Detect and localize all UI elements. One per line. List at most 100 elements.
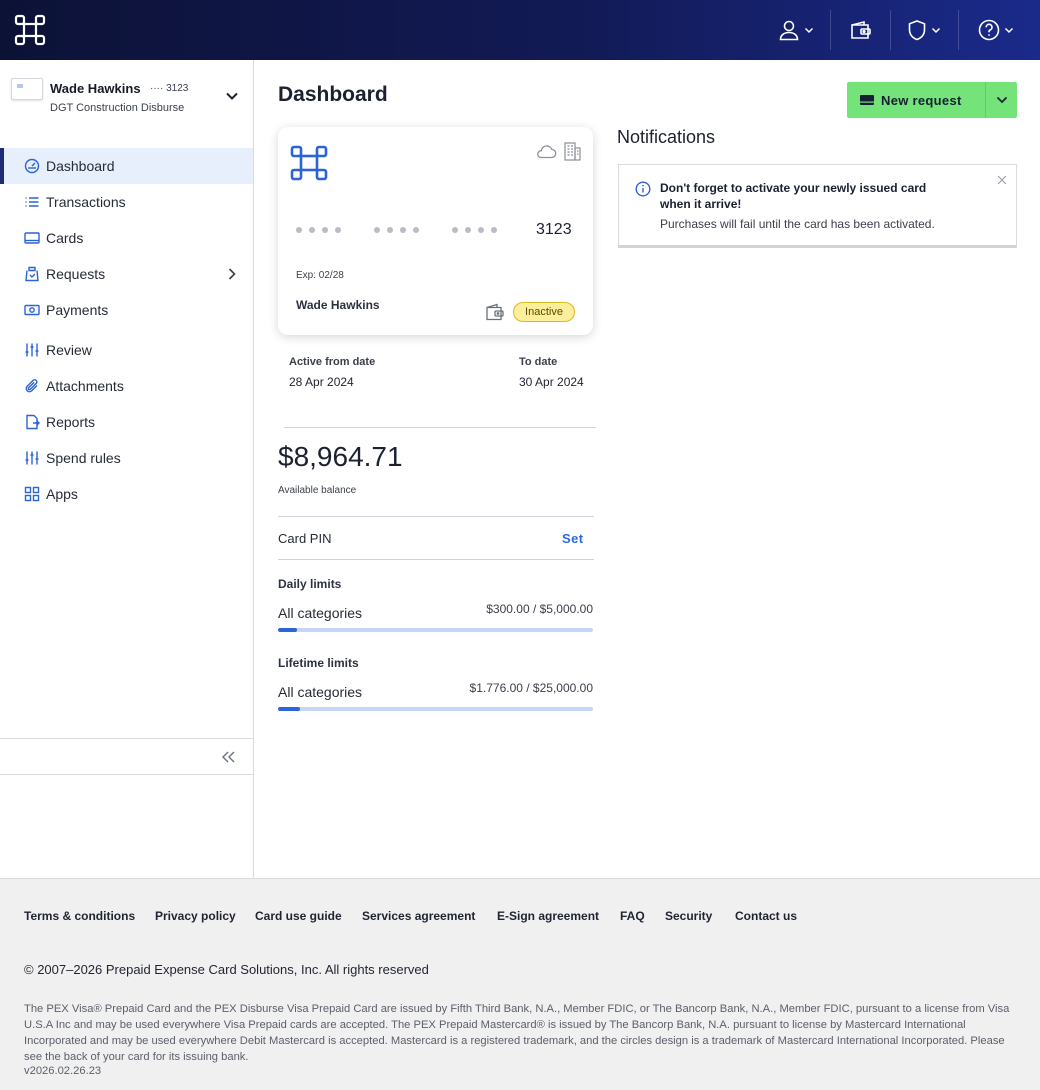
- card-number-mask: [452, 227, 497, 233]
- card-icon: [24, 232, 40, 244]
- wallet-button[interactable]: [836, 0, 886, 60]
- sidebar-item-label: Dashboard: [46, 158, 115, 174]
- sidebar-item-label: Spend rules: [46, 450, 121, 466]
- footer-link-security[interactable]: Security: [665, 909, 712, 923]
- account-subtitle: DGT Construction Disburse: [50, 102, 185, 114]
- divider: [278, 516, 594, 517]
- footer-link-esign-agreement[interactable]: E-Sign agreement: [497, 909, 599, 923]
- card-icon: [860, 95, 874, 105]
- new-request-label: New request: [881, 93, 962, 108]
- sidebar-item-attachments[interactable]: Attachments: [0, 368, 253, 404]
- chevron-down-icon: [931, 27, 941, 34]
- help-icon: [978, 19, 1000, 41]
- collapse-sidebar-icon[interactable]: [220, 750, 236, 764]
- notification-body: Purchases will fail until the card has b…: [660, 217, 935, 231]
- set-pin-button[interactable]: Set: [562, 531, 583, 546]
- close-icon[interactable]: [997, 175, 1007, 185]
- daily-limits-amount: $300.00 / $5,000.00: [486, 602, 593, 616]
- sidebar-item-dashboard[interactable]: Dashboard: [0, 148, 253, 184]
- divider: [284, 427, 596, 428]
- lifetime-limits-category: All categories: [278, 684, 363, 700]
- available-balance-label: Available balance: [278, 485, 357, 496]
- sliders-icon: [25, 343, 39, 357]
- available-balance: $8,964.71: [278, 441, 403, 472]
- divider: [890, 10, 891, 50]
- app-version: v2026.02.26.23: [24, 1065, 102, 1077]
- divider: [958, 10, 959, 50]
- chevron-down-icon[interactable]: [995, 93, 1009, 107]
- sidebar-item-label: Transactions: [46, 194, 126, 210]
- sliders-icon: [25, 451, 39, 465]
- sidebar: Wade Hawkins ···· 3123 DGT Construction …: [0, 60, 254, 878]
- app-logo-icon[interactable]: [14, 14, 46, 46]
- status-badge: Inactive: [513, 302, 575, 322]
- daily-limits-title: Daily limits: [278, 577, 342, 591]
- footer-link-terms[interactable]: Terms & conditions: [24, 909, 135, 923]
- card-brand-logo-icon: [290, 145, 328, 181]
- sidebar-item-payments[interactable]: Payments: [0, 292, 253, 328]
- legal-disclaimer: The PEX Visa® Prepaid Card and the PEX D…: [24, 1003, 1010, 1063]
- daily-limits-progress-fill: [278, 628, 297, 632]
- footer-link-card-use-guide[interactable]: Card use guide: [255, 909, 342, 923]
- footer-link-privacy[interactable]: Privacy policy: [155, 909, 236, 923]
- paperclip-icon: [25, 379, 38, 393]
- sidebar-item-spend-rules[interactable]: Spend rules: [0, 440, 253, 476]
- gauge-icon: [24, 158, 40, 174]
- sidebar-item-label: Review: [46, 342, 92, 358]
- new-request-button[interactable]: New request: [847, 82, 1017, 118]
- sidebar-item-label: Requests: [46, 266, 106, 282]
- footer-link-services-agreement[interactable]: Services agreement: [362, 909, 475, 923]
- footer: Terms & conditions Privacy policy Card u…: [0, 878, 1040, 1090]
- to-date-value: 30 Apr 2024: [519, 375, 584, 389]
- sidebar-item-apps[interactable]: Apps: [0, 476, 253, 512]
- top-bar: [0, 0, 1040, 60]
- card-expiry: Exp: 02/28: [296, 270, 344, 281]
- card-number-mask: [296, 227, 341, 233]
- notifications-title: Notifications: [617, 127, 716, 147]
- shield-icon: [908, 20, 926, 41]
- sidebar-item-label: Reports: [46, 414, 96, 430]
- lifetime-limits-progress: [278, 707, 593, 711]
- payment-card[interactable]: 3123 Exp: 02/28 Wade Hawkins Inactive: [278, 127, 593, 335]
- sidebar-item-label: Payments: [46, 302, 109, 318]
- wallet-icon: [486, 303, 504, 321]
- sidebar-item-transactions[interactable]: Transactions: [0, 184, 253, 220]
- wallet-icon: [851, 20, 871, 39]
- account-switcher[interactable]: Wade Hawkins ···· 3123 DGT Construction …: [0, 60, 253, 148]
- sidebar-item-label: Cards: [46, 230, 84, 246]
- sidebar-collapse-row: [0, 738, 253, 775]
- chevron-down-icon[interactable]: [224, 88, 240, 104]
- account-name: Wade Hawkins: [50, 81, 141, 96]
- card-number-mask: [374, 227, 419, 233]
- chevron-down-icon: [1004, 27, 1014, 34]
- help-menu-button[interactable]: [968, 0, 1024, 60]
- info-icon: [635, 181, 651, 197]
- grid-icon: [24, 486, 40, 502]
- sidebar-item-requests[interactable]: Requests: [0, 256, 253, 292]
- card-pin-label: Card PIN: [278, 531, 332, 546]
- lifetime-limits-title: Lifetime limits: [278, 656, 359, 670]
- lifetime-limits-amount: $1.776.00 / $25,000.00: [469, 681, 593, 695]
- lifetime-limits-progress-fill: [278, 707, 301, 711]
- button-divider: [985, 82, 986, 118]
- daily-limits-progress: [278, 628, 593, 632]
- sidebar-item-label: Apps: [46, 486, 78, 502]
- card-holder-name: Wade Hawkins: [296, 298, 380, 312]
- active-from-label: Active from date: [289, 356, 376, 368]
- page-title: Dashboard: [278, 83, 388, 106]
- money-icon: [24, 304, 40, 316]
- notification-title: Don't forget to activate your newly issu…: [660, 181, 927, 211]
- chevron-down-icon: [804, 27, 814, 34]
- sidebar-item-reports[interactable]: Reports: [0, 404, 253, 440]
- sidebar-item-review[interactable]: Review: [0, 332, 253, 368]
- user-menu-button[interactable]: [768, 0, 824, 60]
- building-icon: [564, 142, 581, 161]
- footer-link-contact[interactable]: Contact us: [735, 909, 797, 923]
- sidebar-item-cards[interactable]: Cards: [0, 220, 253, 256]
- card-last4: 3123: [536, 221, 572, 238]
- to-date-label: To date: [519, 356, 558, 368]
- footer-link-faq[interactable]: FAQ: [620, 909, 645, 923]
- list-icon: [25, 197, 39, 207]
- report-icon: [26, 414, 40, 430]
- security-menu-button[interactable]: [896, 0, 952, 60]
